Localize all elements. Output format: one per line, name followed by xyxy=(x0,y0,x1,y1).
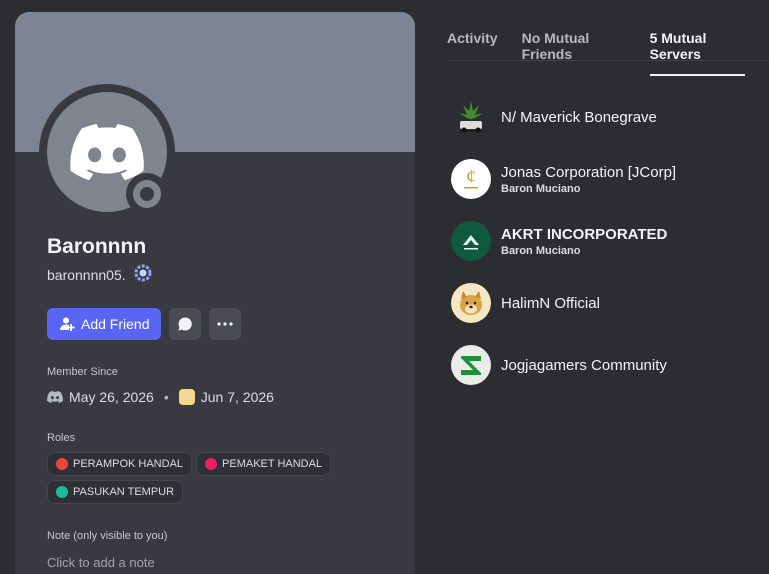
username: baronnnn05. xyxy=(47,266,126,283)
role-color-dot xyxy=(56,486,68,498)
note-input[interactable]: Click to add a note xyxy=(47,555,155,570)
role-name: PEMAKET HANDAL xyxy=(222,458,323,470)
tab-mutual-servers[interactable]: 5 Mutual Servers xyxy=(649,30,745,76)
discord-small-icon xyxy=(47,391,63,403)
tab-mutual-friends[interactable]: No Mutual Friends xyxy=(522,30,626,76)
server-name: Jonas Corporation [JCorp] xyxy=(501,163,677,181)
list-item[interactable]: ¢ Jonas Corporation [JCorp] Baron Mucian… xyxy=(451,148,769,210)
jcorp-logo-icon: ¢ xyxy=(451,159,491,199)
role-tag[interactable]: PERAMPOK HANDAL xyxy=(47,452,193,476)
profile-actions: Add Friend xyxy=(47,308,242,340)
svg-text:¢: ¢ xyxy=(466,166,476,188)
server-text: Jogjagamers Community xyxy=(501,357,667,374)
hypesquad-badge-icon[interactable] xyxy=(134,264,152,285)
list-item[interactable]: HalimN Official xyxy=(451,272,769,334)
profile-card: Baronnnn baronnnn05. Add Friend Member S… xyxy=(15,12,415,574)
server-text: HalimN Official xyxy=(501,295,600,312)
status-indicator xyxy=(126,173,168,215)
role-color-dot xyxy=(205,458,218,470)
server-doge-icon: ● xyxy=(178,389,195,405)
separator-dot: • xyxy=(163,389,169,405)
roles-label: Roles xyxy=(47,432,76,444)
add-friend-label: Add Friend xyxy=(81,316,150,332)
message-button[interactable] xyxy=(169,308,202,340)
member-since-label: Member Since xyxy=(47,366,118,378)
role-name: PERAMPOK HANDAL xyxy=(73,458,184,470)
username-row: baronnnn05. xyxy=(47,264,152,285)
discord-member-since: May 26, 2026 xyxy=(69,389,154,405)
role-name: PASUKAN TEMPUR xyxy=(73,486,175,498)
list-item[interactable]: AKRT INCORPORATED Baron Muciano xyxy=(451,210,769,272)
list-item[interactable]: N/ Maverick Bonegrave xyxy=(451,86,769,148)
chat-bubble-icon xyxy=(178,317,193,331)
server-name: HalimN Official xyxy=(501,294,600,312)
note-label: Note (only visible to you) xyxy=(47,530,168,542)
role-color-dot xyxy=(56,458,68,470)
server-member-since: Jun 7, 2026 xyxy=(200,389,274,405)
offline-status-icon xyxy=(133,180,161,208)
ellipsis-icon xyxy=(217,322,234,326)
server-nickname: Baron Muciano xyxy=(501,244,581,257)
display-name: Baronnnn xyxy=(47,235,147,258)
role-tag[interactable]: PEMAKET HANDAL xyxy=(196,452,332,476)
tab-divider xyxy=(447,60,769,61)
profile-tabs: Activity No Mutual Friends 5 Mutual Serv… xyxy=(447,30,769,76)
server-name: AKRT INCORPORATED xyxy=(501,225,668,243)
server-nickname: Baron Muciano xyxy=(501,182,581,195)
list-item[interactable]: Jogjagamers Community xyxy=(451,334,769,396)
role-tag[interactable]: PASUKAN TEMPUR xyxy=(47,480,184,504)
server-name: N/ Maverick Bonegrave xyxy=(501,108,657,126)
more-options-button[interactable] xyxy=(209,308,242,340)
roles-list: PERAMPOK HANDAL PEMAKET HANDAL PASUKAN T… xyxy=(47,452,347,504)
jg-logo-icon xyxy=(451,345,491,385)
server-text: AKRT INCORPORATED Baron Muciano xyxy=(501,226,667,257)
add-friend-button[interactable]: Add Friend xyxy=(47,308,162,340)
akrt-logo-icon xyxy=(451,221,491,261)
cannabis-car-icon xyxy=(451,97,491,137)
server-text: Jonas Corporation [JCorp] Baron Muciano xyxy=(501,164,676,195)
member-since-row: May 26, 2026 • ● Jun 7, 2026 xyxy=(47,389,274,405)
discord-logo-icon xyxy=(70,124,144,180)
server-name: Jogjagamers Community xyxy=(501,356,667,374)
doge-icon xyxy=(451,283,491,323)
add-user-icon xyxy=(60,317,75,331)
mutual-servers-list: N/ Maverick Bonegrave ¢ Jonas Corporatio… xyxy=(451,86,769,396)
server-text: N/ Maverick Bonegrave xyxy=(501,109,657,126)
tab-activity[interactable]: Activity xyxy=(447,30,498,76)
